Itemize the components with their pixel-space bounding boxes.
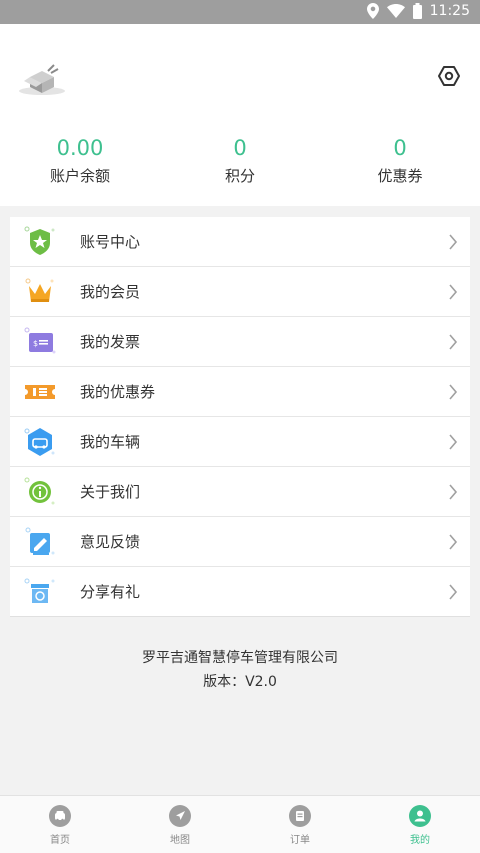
menu-item-share-gift[interactable]: 分享有礼 (10, 567, 470, 617)
tab-map[interactable]: 地图 (120, 796, 240, 853)
menu-item-about-us[interactable]: 关于我们 (10, 467, 470, 517)
info-circle-icon (20, 472, 60, 512)
chevron-right-icon (448, 534, 458, 550)
account-stats: 0.00 账户余额 0 积分 0 优惠券 (0, 134, 480, 186)
menu-item-account-center[interactable]: 账号中心 (10, 217, 470, 267)
wifi-icon (386, 4, 405, 18)
menu-item-membership[interactable]: 我的会员 (10, 267, 470, 317)
svg-text:$: $ (33, 339, 38, 348)
tab-label: 地图 (170, 835, 190, 846)
menu-item-label: 我的优惠券 (80, 383, 156, 401)
crown-icon (20, 272, 60, 312)
navigation-arrow-icon (169, 805, 191, 827)
tab-label: 首页 (50, 835, 70, 846)
chevron-right-icon (448, 334, 458, 350)
tab-home[interactable]: 首页 (0, 796, 120, 853)
coupons-label: 优惠券 (377, 167, 423, 185)
company-name: 罗平吉通智慧停车管理有限公司 (142, 650, 338, 666)
status-time: 11:25 (429, 3, 470, 19)
feedback-icon (20, 522, 60, 562)
balance-label: 账户余额 (49, 167, 110, 185)
coupons-stat[interactable]: 0 优惠券 (320, 134, 480, 186)
balance-stat[interactable]: 0.00 账户余额 (0, 134, 160, 186)
coupon-ticket-icon (20, 372, 60, 412)
menu-list: 账号中心 我的会员 $ 我的发票 我的优惠券 我的车辆 关于我们 意见反馈 分享… (10, 217, 470, 617)
avatar[interactable] (18, 57, 66, 97)
car-hexagon-icon (20, 422, 60, 462)
chevron-right-icon (448, 234, 458, 250)
menu-item-feedback[interactable]: 意见反馈 (10, 517, 470, 567)
tab-label: 订单 (290, 835, 310, 846)
share-gift-icon (20, 572, 60, 612)
menu-item-vehicles[interactable]: 我的车辆 (10, 417, 470, 467)
battery-icon (412, 3, 422, 19)
location-icon (366, 3, 379, 19)
profile-header: 0.00 账户余额 0 积分 0 优惠券 (0, 24, 480, 206)
points-label: 积分 (224, 167, 255, 185)
chevron-right-icon (448, 434, 458, 450)
tab-orders[interactable]: 订单 (240, 796, 360, 853)
menu-item-label: 分享有礼 (80, 583, 141, 601)
invoice-icon: $ (20, 322, 60, 362)
tab-mine[interactable]: 我的 (360, 796, 480, 853)
order-list-icon (289, 805, 311, 827)
menu-item-label: 账号中心 (80, 233, 141, 251)
points-stat[interactable]: 0 积分 (160, 134, 320, 186)
shield-star-icon (20, 222, 60, 262)
menu-item-invoice[interactable]: $ 我的发票 (10, 317, 470, 367)
chevron-right-icon (448, 584, 458, 600)
chevron-right-icon (448, 384, 458, 400)
menu-item-label: 关于我们 (80, 483, 141, 501)
car-icon (49, 805, 71, 827)
status-bar: 11:25 (0, 0, 480, 24)
app-footer: 罗平吉通智慧停车管理有限公司 版本：V2.0 (0, 646, 480, 694)
coupons-value: 0 (393, 136, 407, 160)
bottom-tab-bar: 首页 地图 订单 我的 (0, 795, 480, 853)
menu-item-coupons[interactable]: 我的优惠券 (10, 367, 470, 417)
tab-label: 我的 (410, 835, 430, 846)
chevron-right-icon (448, 484, 458, 500)
person-icon (409, 805, 431, 827)
menu-item-label: 我的车辆 (80, 433, 141, 451)
menu-item-label: 我的发票 (80, 333, 141, 351)
menu-item-label: 意见反馈 (80, 533, 141, 551)
chevron-right-icon (448, 284, 458, 300)
menu-item-label: 我的会员 (80, 283, 141, 301)
settings-icon[interactable] (437, 64, 461, 88)
points-value: 0 (233, 136, 247, 160)
version-text: 版本：V2.0 (203, 674, 277, 690)
balance-value: 0.00 (56, 136, 104, 160)
